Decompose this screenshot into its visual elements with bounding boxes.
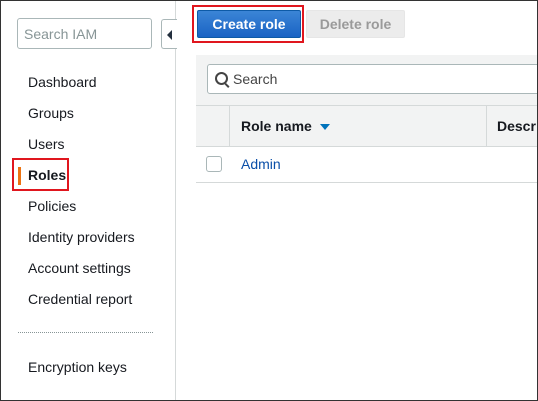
nav-divider (18, 332, 153, 333)
sidebar-item-account-settings[interactable]: Account settings (1, 253, 175, 284)
sidebar-item-label: Policies (28, 198, 77, 214)
column-header-role-name[interactable]: Role name (241, 106, 330, 146)
sidebar-nav-secondary: Encryption keys (1, 352, 175, 383)
table-search-input[interactable]: Search (207, 64, 537, 94)
roles-table: Search Role name Descr Admin (196, 55, 537, 183)
sidebar-item-label: Credential report (28, 291, 133, 307)
sidebar-item-identity-providers[interactable]: Identity providers (1, 222, 175, 253)
sidebar-item-label: Account settings (28, 260, 131, 276)
sidebar-item-label: Encryption keys (28, 359, 127, 375)
column-header-description[interactable]: Descr (497, 106, 536, 146)
main-content: Create role Delete role Search Role name… (176, 1, 537, 400)
sidebar-item-label: Groups (28, 105, 74, 121)
sidebar-item-credential-report[interactable]: Credential report (1, 284, 175, 315)
delete-role-button[interactable]: Delete role (306, 10, 405, 38)
select-all-column (196, 106, 230, 146)
active-indicator (18, 167, 21, 185)
iam-console-window: Dashboard Groups Users Roles Policies Id… (0, 0, 538, 401)
row-checkbox[interactable] (206, 156, 222, 172)
sidebar-item-label: Roles (28, 167, 67, 183)
sidebar-item-dashboard[interactable]: Dashboard (1, 67, 175, 98)
column-divider (486, 106, 487, 146)
sidebar-item-roles[interactable]: Roles (1, 160, 175, 191)
role-name-link[interactable]: Admin (241, 147, 281, 181)
column-header-label: Role name (241, 118, 312, 134)
sidebar-item-policies[interactable]: Policies (1, 191, 175, 222)
chevron-left-icon (167, 30, 172, 40)
sidebar-item-groups[interactable]: Groups (1, 98, 175, 129)
sidebar-item-label: Users (28, 136, 65, 152)
sidebar-item-label: Dashboard (28, 74, 97, 90)
sidebar-item-label: Identity providers (28, 229, 135, 245)
table-header: Role name Descr (196, 106, 537, 147)
create-role-button[interactable]: Create role (197, 10, 301, 38)
search-iam-input[interactable] (17, 18, 152, 49)
search-icon (215, 72, 228, 85)
table-row: Admin (196, 147, 537, 183)
sort-desc-icon (319, 124, 330, 131)
table-search-placeholder: Search (233, 71, 278, 87)
column-header-label: Descr (497, 118, 536, 134)
sidebar-nav: Dashboard Groups Users Roles Policies Id… (1, 67, 175, 315)
sidebar-item-users[interactable]: Users (1, 129, 175, 160)
table-toolbar: Search (196, 55, 537, 106)
collapse-sidebar-button[interactable] (161, 19, 177, 49)
sidebar: Dashboard Groups Users Roles Policies Id… (1, 1, 177, 400)
sidebar-item-encryption-keys[interactable]: Encryption keys (1, 352, 175, 383)
